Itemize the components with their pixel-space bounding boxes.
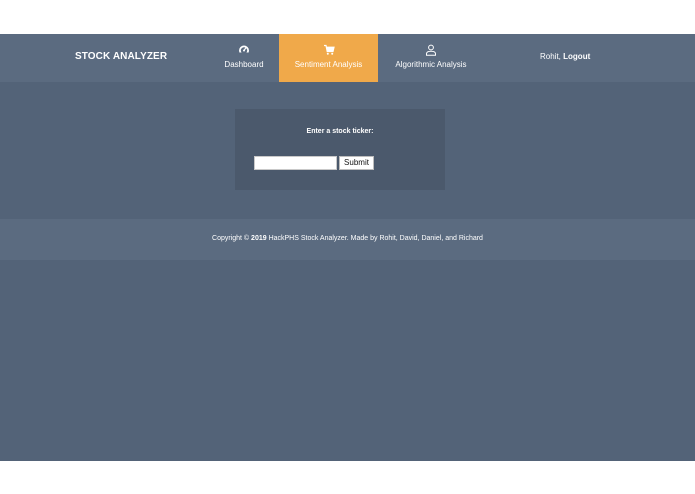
- nav-item-algorithmic-analysis[interactable]: Algorithmic Analysis: [388, 34, 474, 82]
- navbar: STOCK ANALYZER Dashboard Sentiment Analy…: [0, 34, 695, 82]
- nav-label-algorithmic-analysis: Algorithmic Analysis: [395, 60, 467, 69]
- user-name: Rohit,: [540, 52, 561, 61]
- footer-prefix: Copyright ©: [212, 235, 252, 242]
- footer-year: 2019: [251, 235, 267, 242]
- speedometer-icon: [239, 45, 249, 56]
- nav-item-sentiment-analysis[interactable]: Sentiment Analysis: [279, 34, 378, 82]
- shopping-cart-icon: [323, 44, 335, 55]
- logout-link[interactable]: Logout: [563, 52, 590, 61]
- nav-label-sentiment-analysis: Sentiment Analysis: [294, 60, 363, 69]
- nav-item-dashboard[interactable]: Dashboard: [216, 34, 272, 82]
- ticker-input[interactable]: [254, 156, 337, 170]
- form-title: Enter a stock ticker:: [306, 128, 374, 135]
- brand-title[interactable]: STOCK ANALYZER: [75, 34, 167, 82]
- user-icon: [426, 44, 436, 56]
- footer: Copyright © 2019 HackPHS Stock Analyzer.…: [0, 219, 695, 260]
- nav-label-dashboard: Dashboard: [224, 60, 264, 69]
- ticker-form-card: Enter a stock ticker: Submit: [235, 109, 445, 190]
- footer-suffix: HackPHS Stock Analyzer. Made by Rohit, D…: [266, 235, 483, 242]
- submit-button[interactable]: Submit: [339, 156, 374, 170]
- user-box: Rohit, Logout: [540, 34, 590, 82]
- app-container: STOCK ANALYZER Dashboard Sentiment Analy…: [0, 34, 695, 461]
- page: STOCK ANALYZER Dashboard Sentiment Analy…: [0, 0, 695, 494]
